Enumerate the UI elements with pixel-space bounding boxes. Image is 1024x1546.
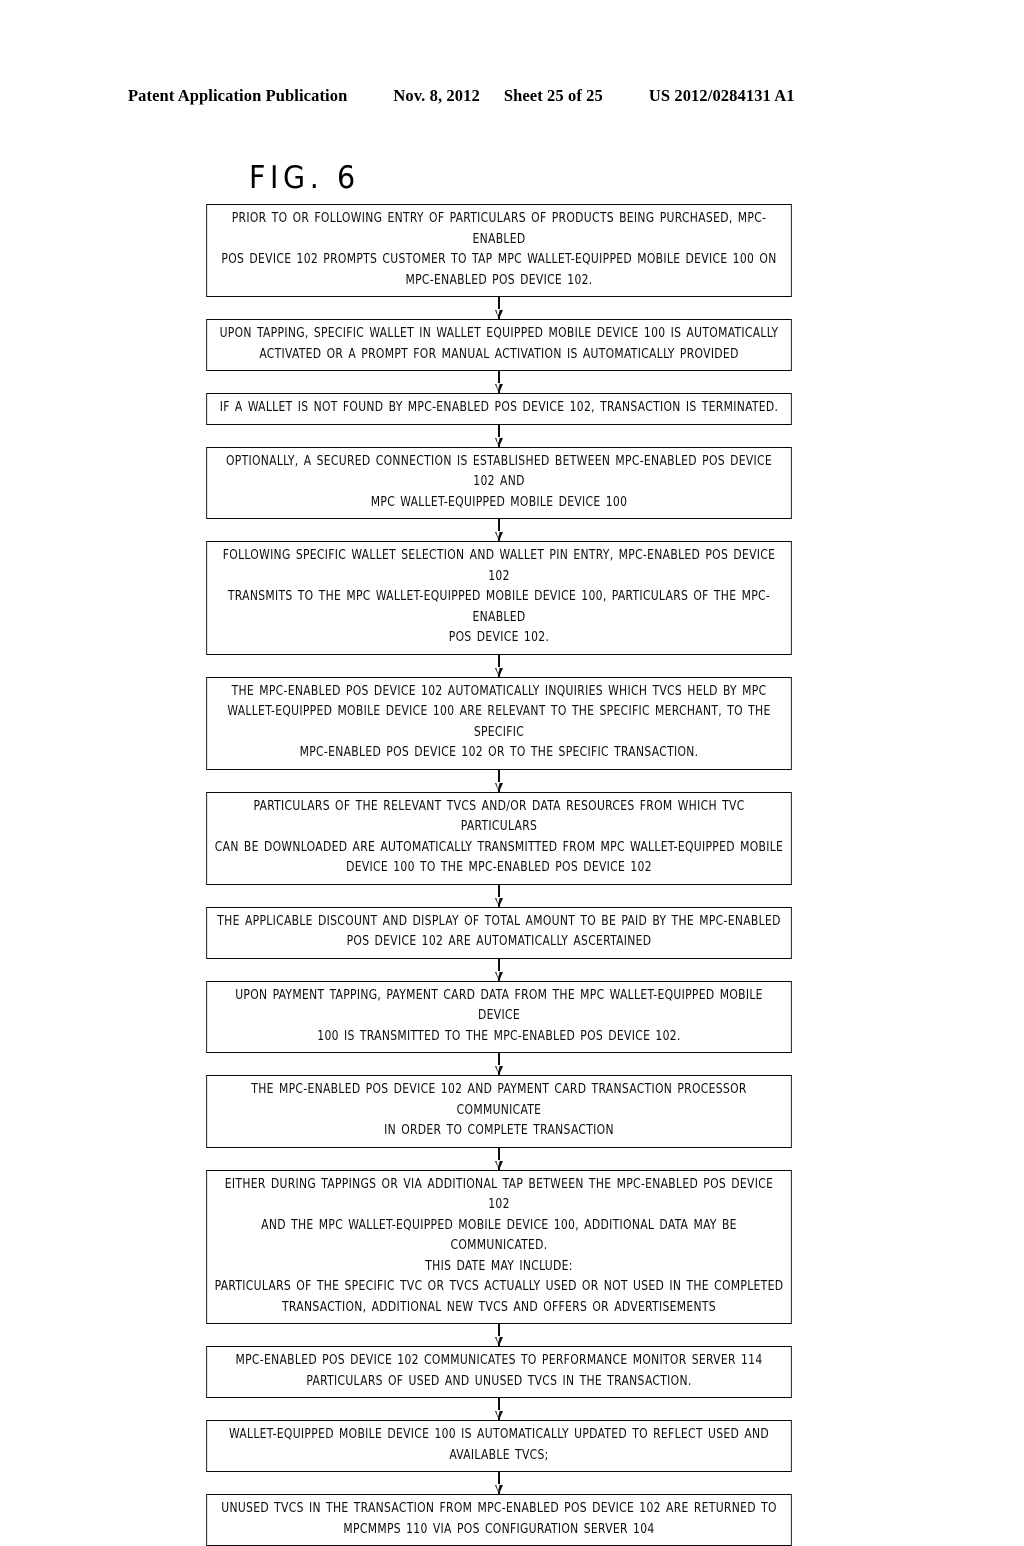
flow-node-step-9: UPON PAYMENT TAPPING, PAYMENT CARD DATA …	[206, 980, 792, 1053]
flow-node-step-5: FOLLOWING SPECIFIC WALLET SELECTION AND …	[206, 541, 792, 655]
publication-label: Patent Application Publication	[128, 86, 348, 105]
flow-arrow-12-to-13	[179, 1398, 819, 1420]
flow-arrow-11-to-12	[179, 1324, 819, 1346]
arrow-head-icon	[495, 1065, 503, 1075]
arrow-head-icon	[495, 970, 503, 981]
patent-number: US 2012/0284131 A1	[648, 86, 795, 105]
flow-node-step-3: IF A WALLET IS NOT FOUND BY MPC-ENABLED …	[206, 393, 792, 425]
arrow-head-icon	[495, 1484, 503, 1494]
flow-arrow-2-to-3	[179, 371, 819, 393]
figure-title: FIG. 6	[249, 160, 360, 196]
arrow-head-icon	[495, 383, 503, 393]
flow-arrow-4-to-5	[179, 519, 819, 541]
flow-node-step-4: OPTIONALLY, A SECURED CONNECTION IS ESTA…	[206, 446, 792, 519]
flow-arrow-1-to-2	[179, 297, 819, 319]
publication-date: Nov. 8, 2012	[393, 86, 480, 105]
flow-arrow-8-to-9	[179, 958, 819, 981]
flow-arrow-13-to-14	[179, 1472, 819, 1494]
flow-node-step-14: UNUSED TVCS IN THE TRANSACTION FROM MPC-…	[206, 1494, 792, 1546]
flow-node-step-6: THE MPC-ENABLED POS DEVICE 102 AUTOMATIC…	[206, 676, 792, 770]
arrow-head-icon	[495, 309, 503, 319]
flow-node-step-8: THE APPLICABLE DISCOUNT AND DISPLAY OF T…	[206, 906, 792, 959]
arrow-head-icon	[495, 436, 503, 447]
arrow-head-icon	[495, 896, 503, 907]
flow-arrow-10-to-11	[179, 1147, 819, 1170]
flow-node-step-13: WALLET-EQUIPPED MOBILE DEVICE 100 IS AUT…	[206, 1420, 792, 1472]
flow-node-step-7: PARTICULARS OF THE RELEVANT TVCS AND/OR …	[206, 791, 792, 885]
flow-node-step-1: PRIOR TO OR FOLLOWING ENTRY OF PARTICULA…	[206, 204, 792, 297]
flow-node-step-12: MPC-ENABLED POS DEVICE 102 COMMUNICATES …	[206, 1346, 792, 1398]
arrow-head-icon	[495, 1159, 503, 1170]
flow-arrow-5-to-6	[179, 654, 819, 677]
sheet-number: Sheet 25 of 25	[503, 86, 603, 105]
flow-node-step-2: UPON TAPPING, SPECIFIC WALLET IN WALLET …	[206, 319, 792, 371]
arrow-head-icon	[495, 1336, 503, 1346]
arrow-head-icon	[495, 1410, 503, 1420]
arrow-head-icon	[495, 531, 503, 541]
flow-arrow-7-to-8	[179, 884, 819, 907]
flow-arrow-6-to-7	[179, 769, 819, 792]
patent-page-header: Patent Application Publication Nov. 8, 2…	[128, 86, 896, 106]
flowchart-fig-6: PRIOR TO OR FOLLOWING ENTRY OF PARTICULA…	[179, 204, 819, 1546]
flow-arrow-3-to-4	[179, 424, 819, 447]
arrow-head-icon	[495, 781, 503, 792]
flow-node-step-10: THE MPC-ENABLED POS DEVICE 102 AND PAYME…	[206, 1075, 792, 1148]
flow-arrow-9-to-10	[179, 1053, 819, 1075]
arrow-head-icon	[495, 666, 503, 677]
flow-node-step-11: EITHER DURING TAPPINGS OR VIA ADDITIONAL…	[206, 1169, 792, 1324]
